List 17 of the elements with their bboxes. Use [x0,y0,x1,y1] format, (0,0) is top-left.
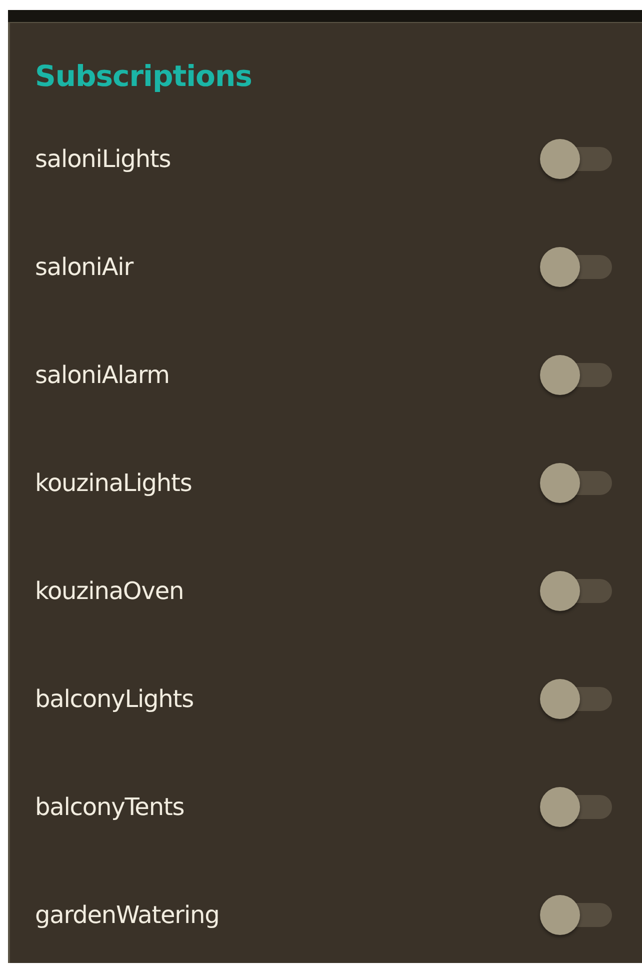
subscription-label: gardenWatering [35,901,220,929]
toggle-switch[interactable] [540,355,612,395]
toggle-switch[interactable] [540,139,612,179]
panel-title: Subscriptions [35,58,253,95]
subscription-label: balconyLights [35,685,194,713]
toggle-switch[interactable] [540,463,612,503]
toggle-switch[interactable] [540,895,612,935]
subscription-label: saloniAlarm [35,361,170,389]
toggle-switch[interactable] [540,247,612,287]
subscription-label: saloniLights [35,145,171,173]
toggle-switch[interactable] [540,679,612,719]
toggle-switch[interactable] [540,571,612,611]
subscription-label: kouzinaLights [35,469,192,497]
subscription-label: saloniAir [35,253,133,281]
toggle-switch[interactable] [540,787,612,827]
subscription-label: balconyTents [35,793,184,821]
subscription-label: kouzinaOven [35,577,184,605]
